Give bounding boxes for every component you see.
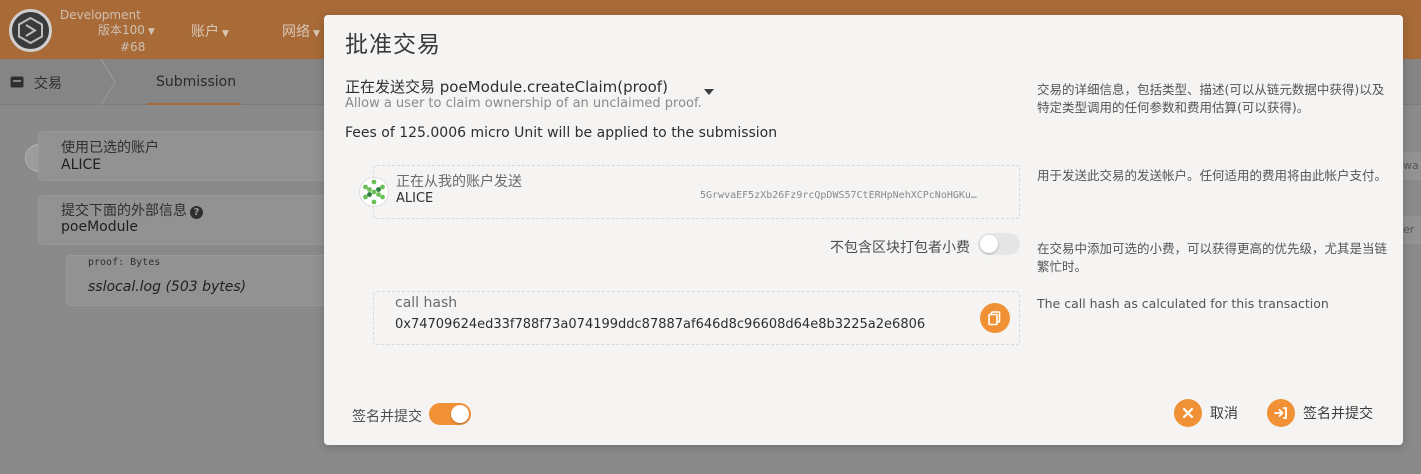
breadcrumb-divider bbox=[100, 59, 116, 105]
tip-label: 不包含区块打包者小费 bbox=[830, 240, 970, 256]
tip-toggle[interactable] bbox=[978, 233, 1020, 255]
param-value: sslocal.log (503 bytes) bbox=[88, 279, 247, 295]
block-number: #68 bbox=[120, 40, 146, 54]
call-title: 正在发送交易 poeModule.createClaim(proof) bbox=[345, 78, 668, 96]
nav-accounts[interactable]: 账户 ▼ bbox=[191, 21, 229, 41]
param-label: proof: Bytes bbox=[88, 257, 161, 268]
sign-submit-label: 签名并提交 bbox=[352, 409, 422, 425]
chain-logo-icon[interactable] bbox=[9, 9, 52, 52]
call-description: Allow a user to claim ownership of an un… bbox=[345, 96, 702, 111]
right-edge-field: wa bbox=[1403, 152, 1421, 180]
tab-submission[interactable]: Submission bbox=[156, 74, 236, 90]
sign-submit-toggle[interactable] bbox=[429, 403, 471, 425]
help-tip: 在交易中添加可选的小费，可以获得更高的优先级，尤其是当链繁忙时。 bbox=[1037, 241, 1388, 274]
help-call-details: 交易的详细信息，包括类型、描述(可以从链元数据中获得)以及特定类型调用的任何参数… bbox=[1037, 82, 1385, 115]
cancel-button[interactable]: 取消 bbox=[1174, 397, 1238, 429]
fees-info: Fees of 125.0006 micro Unit will be appl… bbox=[345, 125, 778, 141]
sender-name: ALICE bbox=[396, 191, 434, 206]
chain-version: 版本100 bbox=[98, 23, 145, 37]
chevron-down-icon: ▼ bbox=[222, 29, 229, 39]
sign-in-icon bbox=[1267, 399, 1295, 427]
sender-address: 5GrwvaEF5zXb26Fz9rcQpDWS57CtERHpNehXCPcN… bbox=[700, 190, 977, 201]
chain-name: Development bbox=[60, 8, 141, 22]
right-edge-field: er bbox=[1403, 216, 1421, 244]
account-select-label: 使用已选的账户 bbox=[61, 140, 159, 156]
extrinsic-select-label: 提交下面的外部信息? bbox=[61, 200, 203, 220]
call-hash-value: 0x74709624ed33f788f73a074199ddc87887af64… bbox=[395, 317, 926, 332]
cancel-button-label: 取消 bbox=[1210, 406, 1238, 422]
sign-and-submit-button[interactable]: 签名并提交 bbox=[1267, 397, 1373, 429]
extrinsic-select-value: poeModule bbox=[61, 219, 138, 235]
chevron-down-icon: ▼ bbox=[147, 27, 155, 37]
sign-and-submit-label: 签名并提交 bbox=[1303, 406, 1373, 422]
help-call-hash: The call hash as calculated for this tra… bbox=[1037, 296, 1329, 311]
chain-selector[interactable]: Development 版本100 ▼ #68 bbox=[60, 8, 170, 55]
call-hash-label: call hash bbox=[395, 295, 458, 311]
sender-label: 正在从我的账户发送 bbox=[396, 174, 522, 190]
help-sender: 用于发送此交易的发送帐户。任何适用的费用将由此帐户支付。 bbox=[1037, 168, 1388, 183]
approve-transaction-modal: 批准交易 正在发送交易 poeModule.createClaim(proof)… bbox=[324, 15, 1403, 445]
transaction-icon bbox=[10, 76, 24, 92]
chevron-down-icon: ▼ bbox=[313, 29, 320, 39]
account-select-value: ALICE bbox=[61, 157, 102, 173]
modal-title: 批准交易 bbox=[345, 32, 441, 58]
account-identicon-icon bbox=[359, 177, 389, 207]
tab-extrinsics[interactable]: 交易 bbox=[10, 73, 62, 93]
chevron-down-icon[interactable] bbox=[704, 89, 714, 95]
active-tab-indicator bbox=[147, 103, 241, 105]
toggle-knob bbox=[980, 235, 998, 253]
copy-icon bbox=[988, 311, 1001, 326]
nav-network[interactable]: 网络 ▼ bbox=[282, 21, 320, 41]
help-icon[interactable]: ? bbox=[190, 206, 203, 219]
close-icon bbox=[1174, 399, 1202, 427]
copy-button[interactable] bbox=[980, 303, 1010, 333]
toggle-knob bbox=[451, 405, 469, 423]
